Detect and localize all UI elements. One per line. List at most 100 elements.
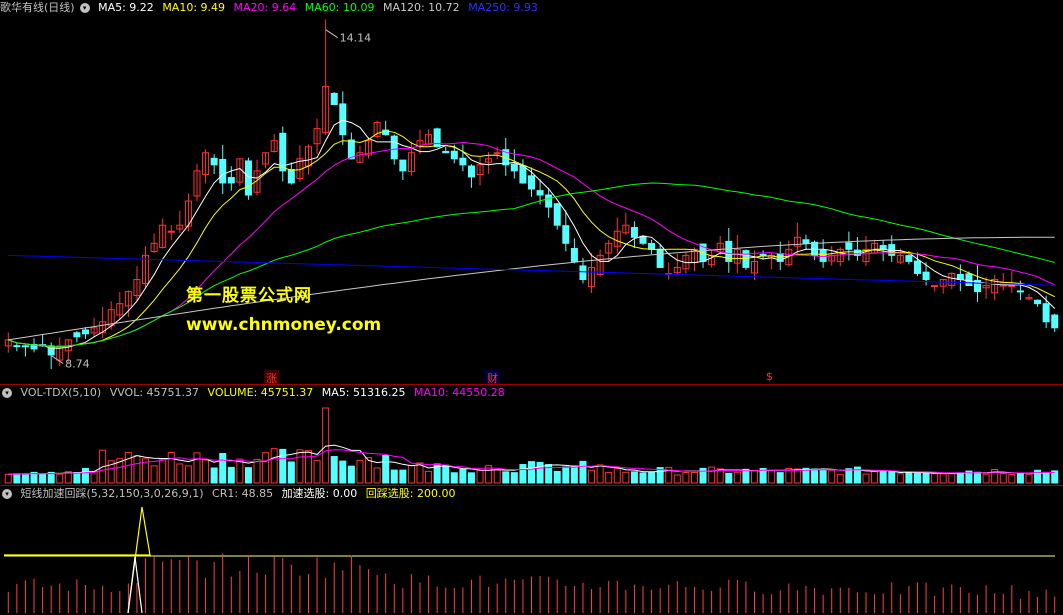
ma120-label: MA120: 10.72 — [382, 1, 460, 14]
candle-down — [802, 239, 810, 244]
pullback-signal-line — [127, 556, 143, 614]
low-price-label: 8.74 — [65, 358, 90, 371]
volume-bar-down — [562, 466, 570, 484]
volume-bar-up — [733, 471, 741, 484]
volume-bar-up — [622, 471, 630, 484]
volume-bar-up — [1008, 473, 1016, 484]
main-header: 歌华有线(日线) ▾ MA5: 9.22 MA10: 9.49 MA20: 9.6… — [0, 0, 543, 16]
indicator-chart[interactable] — [0, 485, 1063, 615]
volume-bar-down — [467, 472, 475, 484]
volume-bar-down — [536, 461, 544, 484]
volume-bar-down — [648, 472, 656, 484]
candle-up — [167, 230, 175, 233]
cr1-label: CR1: 48.85 — [212, 487, 274, 500]
candle-down — [570, 248, 578, 262]
volume-bar-up — [708, 466, 716, 484]
volume-bar-down — [81, 467, 89, 484]
volume-bar-down — [459, 468, 467, 484]
volume-bar-down — [339, 460, 347, 484]
candle-down — [347, 139, 355, 160]
volume-bar-down — [287, 461, 295, 484]
volume-bar-down — [244, 467, 252, 484]
ma20-label: MA20: 9.64 — [233, 1, 297, 14]
volume-bar-up — [836, 474, 844, 484]
candle-down — [527, 175, 536, 190]
volume-bar-up — [793, 468, 801, 484]
candle-down — [742, 250, 750, 268]
volume-bar-up — [176, 463, 184, 484]
volume-bar-down — [1042, 471, 1050, 484]
settings-circle-icon[interactable]: ▾ — [2, 489, 12, 499]
volume-bar-up — [682, 471, 690, 484]
volume-bar-down — [639, 472, 647, 484]
volume-bar-down — [1016, 473, 1024, 484]
volume-bar-down — [347, 465, 355, 484]
candle-down — [210, 157, 218, 166]
watermark-cn: 第一股票公式网 — [186, 286, 312, 306]
candle-down — [1034, 299, 1042, 305]
volume-bar-down — [399, 469, 407, 484]
settings-circle-icon[interactable]: ▾ — [79, 3, 90, 13]
candle-down — [553, 203, 561, 226]
volume-bar-down — [956, 472, 964, 484]
volume-bar-down — [922, 472, 930, 484]
candle-down — [339, 103, 347, 136]
volume-bar-down — [210, 467, 218, 484]
volume-bar-up — [862, 473, 870, 484]
ma250-label: MA250: 9.93 — [468, 1, 538, 14]
candlestick-chart[interactable]: 14.14 8.74 — [0, 0, 1063, 384]
volume-panel[interactable]: ▾ VOL-TDX(5,10) VVOL: 45751.37 VOLUME: 4… — [0, 384, 1063, 485]
vol-ma10-label: MA10: 44550.28 — [414, 386, 505, 399]
vvol-label: VVOL: 45751.37 — [109, 386, 200, 399]
volume-bar-down — [630, 471, 638, 484]
volume-bar-down — [21, 473, 29, 484]
volume-bar-up — [184, 465, 192, 484]
candle-down — [227, 177, 235, 184]
candle-down — [639, 235, 647, 244]
volume-bar-up — [982, 473, 990, 484]
settings-circle-icon[interactable]: ▾ — [2, 388, 12, 398]
volume-bar-down — [510, 472, 518, 484]
candle-down — [81, 329, 89, 335]
volume-bar-up — [133, 455, 141, 484]
volume-bar-up — [948, 473, 956, 484]
volume-bar-up — [373, 467, 381, 484]
volume-bar-up — [56, 473, 64, 484]
volume-bar-up — [931, 473, 939, 484]
volume-bar-down — [811, 468, 819, 484]
volume-bar-up — [202, 459, 210, 484]
volume-bar-down — [879, 470, 887, 484]
candle-down — [399, 159, 407, 172]
candle-down — [287, 169, 295, 184]
candle-down — [819, 249, 827, 262]
volume-bar-up — [751, 470, 759, 484]
candle-down — [579, 265, 587, 281]
volume-bar-up — [407, 464, 415, 484]
volume-header: ▾ VOL-TDX(5,10) VVOL: 45751.37 VOLUME: 4… — [0, 385, 510, 401]
volume-bar-up — [193, 452, 201, 484]
candle-down — [73, 332, 81, 338]
candle-down — [510, 163, 518, 172]
volume-bar-up — [596, 464, 604, 484]
volume-bar-down — [553, 470, 561, 484]
candle-up — [493, 152, 501, 155]
volume-bar-up — [673, 474, 681, 484]
volume-bar-down — [579, 460, 587, 484]
vol-ma5-label: MA5: 51316.25 — [321, 386, 406, 399]
candle-down — [433, 128, 441, 148]
volume-bar-down — [382, 455, 390, 484]
event-tag-dollar[interactable]: $ — [764, 370, 775, 383]
volume-bar-up — [296, 449, 304, 484]
candle-down — [330, 92, 338, 105]
volume-bar-down — [450, 472, 458, 484]
volume-bar-down — [390, 469, 398, 484]
candle-down — [459, 157, 467, 166]
indicator-panel[interactable]: ▾ 短线加速回踩(5,32,150,3,0,26,9,1) CR1: 48.85… — [0, 485, 1063, 615]
main-price-panel[interactable]: 14.14 8.74 歌华有线(日线) ▾ MA5: 9.22 MA10: 9.49… — [0, 0, 1063, 386]
volume-bar-down — [227, 466, 235, 484]
candle-down — [656, 248, 664, 268]
ma60-label: MA60: 10.09 — [304, 1, 375, 14]
volume-bar-down — [888, 471, 896, 484]
candle-up — [1008, 285, 1016, 288]
indicator-header: ▾ 短线加速回踩(5,32,150,3,0,26,9,1) CR1: 48.85… — [0, 486, 460, 502]
